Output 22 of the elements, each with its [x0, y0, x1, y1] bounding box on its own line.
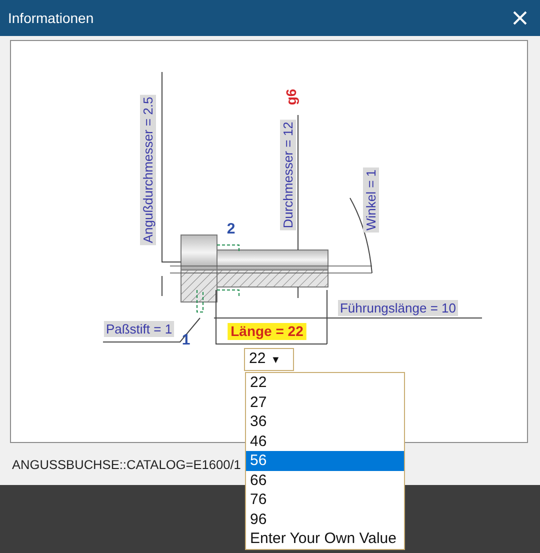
dropdown-option[interactable]: 27 [246, 392, 404, 412]
dimension-label: Paßstift = 1 [104, 321, 174, 337]
dropdown-option[interactable]: 56 [246, 451, 404, 470]
tolerance-label: g6 [283, 88, 299, 106]
length-dropdown[interactable]: 22 ▼ [244, 348, 294, 371]
dimension-label: Angußdurchmesser = 2.5 [140, 94, 156, 246]
callout-number: 1 [182, 332, 190, 348]
status-text: ANGUSSBUCHSE::CATALOG=E1600/1 [12, 457, 241, 472]
dropdown-option[interactable]: 22 [246, 373, 404, 392]
dropdown-option[interactable]: 36 [246, 412, 404, 432]
dropdown-option[interactable]: 76 [246, 490, 404, 510]
dimension-label: Durchmesser = 12 [280, 120, 296, 230]
dropdown-option[interactable]: Enter Your Own Value [246, 529, 404, 548]
dropdown-option[interactable]: 96 [246, 510, 404, 529]
dimension-label: Führungslänge = 10 [338, 300, 458, 316]
dropdown-option[interactable]: 46 [246, 432, 404, 451]
dimension-label: Winkel = 1 [363, 167, 379, 233]
close-icon [513, 11, 527, 25]
window-title: Informationen [8, 8, 94, 28]
callout-number: 2 [226, 220, 236, 238]
length-label: Länge = 22 [228, 323, 306, 340]
dropdown-option[interactable]: 66 [246, 470, 404, 490]
